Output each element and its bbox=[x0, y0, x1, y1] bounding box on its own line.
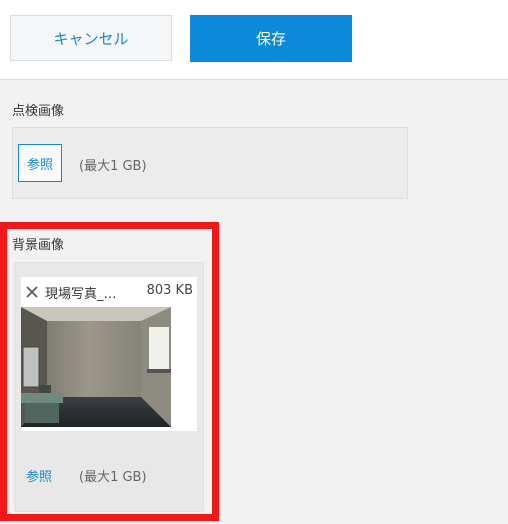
uploaded-file-card: 現場写真_… 803 KB bbox=[21, 277, 197, 431]
background-image-label: 背景画像 bbox=[12, 238, 65, 253]
file-name: 現場写真_… bbox=[45, 287, 117, 302]
file-size: 803 KB bbox=[146, 283, 193, 298]
background-image-upload: 現場写真_… 803 KB 参照 (最大1 GB) bbox=[14, 262, 204, 512]
inspection-browse-button[interactable]: 参照 bbox=[18, 144, 62, 182]
close-icon[interactable] bbox=[25, 285, 39, 299]
background-max-size-note: (最大1 GB) bbox=[79, 470, 147, 485]
background-browse-link[interactable]: 参照 bbox=[26, 466, 52, 485]
save-button[interactable]: 保存 bbox=[190, 15, 352, 62]
cancel-button[interactable]: キャンセル bbox=[10, 15, 172, 61]
inspection-image-upload: 参照 (最大1 GB) bbox=[12, 127, 408, 199]
toolbar: キャンセル 保存 bbox=[0, 0, 508, 80]
inspection-image-label: 点検画像 bbox=[12, 104, 65, 119]
inspection-max-size-note: (最大1 GB) bbox=[79, 159, 147, 174]
room-photo-thumbnail bbox=[21, 307, 171, 427]
